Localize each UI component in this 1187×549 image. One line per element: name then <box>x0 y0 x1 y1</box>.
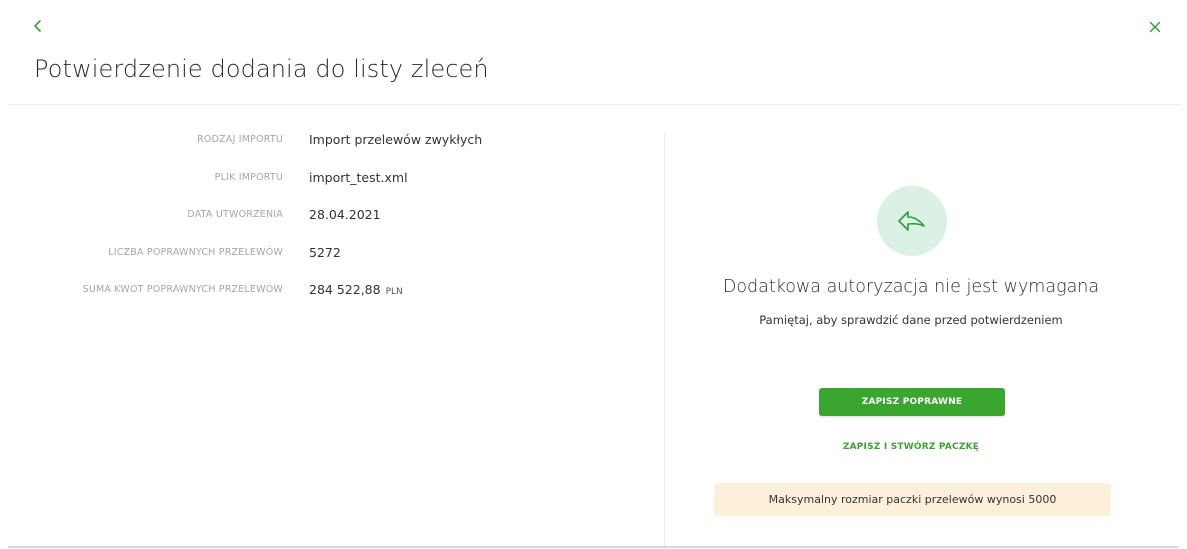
detail-value: 5272 <box>309 244 341 260</box>
detail-row-import-file: PLIK IMPORTU import_test.xml <box>0 166 640 204</box>
detail-label: RODZAJ IMPORTU <box>197 134 283 145</box>
detail-value: 28.04.2021 <box>309 207 381 222</box>
import-details: RODZAJ IMPORTU Import przelewów zwykłych… <box>0 128 640 316</box>
detail-value: import_test.xml <box>309 169 408 185</box>
save-and-create-package-link[interactable]: ZAPISZ I STWÓRZ PACZKĘ <box>665 442 1157 452</box>
detail-label: PLIK IMPORTU <box>214 171 283 183</box>
scrollbar-track[interactable] <box>8 546 1179 548</box>
detail-value: Import przelewów zwykłych <box>309 132 483 147</box>
detail-value-amount: 284 522,88 PLN <box>309 282 403 297</box>
status-subtitle: Pamiętaj, aby sprawdzić dane przed potwi… <box>759 313 1063 327</box>
confirmation-page: Potwierdzenie dodania do listy zleceń RO… <box>0 0 1187 549</box>
info-text: Maksymalny rozmiar paczki przelewów wyno… <box>768 493 1057 506</box>
detail-row-valid-sum: SUMA KWOT POPRAWNYCH PRZELEWÓW 284 522,8… <box>0 278 640 316</box>
page-title: Potwierdzenie dodania do listy zleceń <box>34 55 489 83</box>
save-valid-button[interactable]: ZAPISZ POPRAWNE <box>819 388 1005 416</box>
detail-label: DATA UTWORZENIA <box>187 209 283 220</box>
status-panel: Dodatkowa autoryzacja nie jest wymagana … <box>665 105 1157 545</box>
close-icon[interactable] <box>1147 19 1163 35</box>
detail-row-valid-count: LICZBA POPRAWNYCH PRZELEWÓW 5272 <box>0 241 640 279</box>
status-title: Dodatkowa autoryzacja nie jest wymagana <box>722 277 1100 297</box>
reply-arrow-icon <box>877 186 947 256</box>
chevron-left-icon[interactable] <box>30 18 46 34</box>
detail-label: LICZBA POPRAWNYCH PRZELEWÓW <box>108 246 283 258</box>
detail-label: SUMA KWOT POPRAWNYCH PRZELEWÓW <box>82 284 283 295</box>
package-size-info: Maksymalny rozmiar paczki przelewów wyno… <box>714 483 1111 516</box>
currency-label: PLN <box>385 287 403 297</box>
amount-value: 284 522,88 <box>309 282 381 297</box>
detail-row-import-type: RODZAJ IMPORTU Import przelewów zwykłych <box>0 128 640 166</box>
detail-row-creation-date: DATA UTWORZENIA 28.04.2021 <box>0 203 640 241</box>
